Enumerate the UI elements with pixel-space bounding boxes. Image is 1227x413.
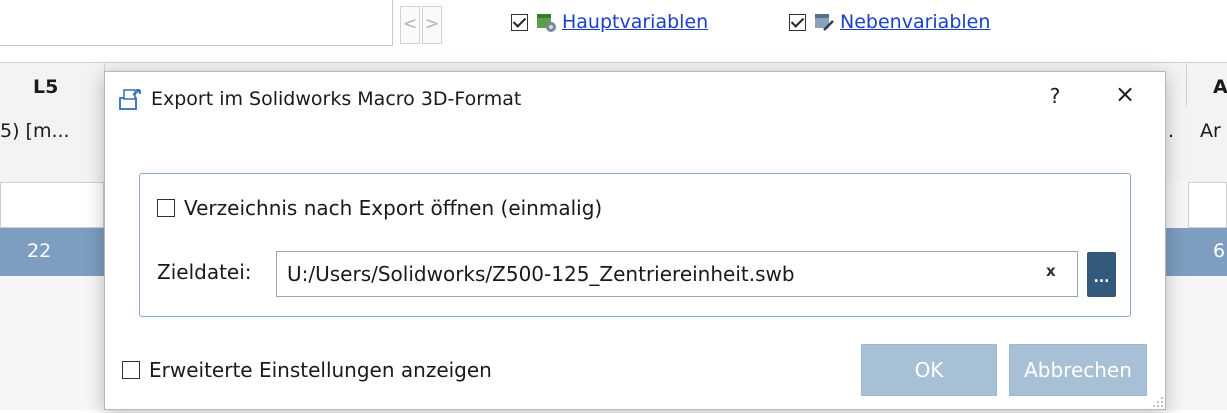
- clear-icon[interactable]: x: [1046, 262, 1056, 280]
- advanced-settings-checkbox[interactable]: [122, 361, 140, 379]
- browse-button[interactable]: ...: [1087, 252, 1116, 297]
- main-vars-icon: [536, 12, 557, 33]
- advanced-settings-option[interactable]: Erweiterte Einstellungen anzeigen: [122, 358, 492, 382]
- close-button[interactable]: ×: [1110, 80, 1140, 108]
- next-button[interactable]: >: [422, 6, 442, 44]
- side-vars-checkbox[interactable]: [789, 13, 806, 31]
- main-vars-checkbox[interactable]: [511, 13, 528, 31]
- prev-button[interactable]: <: [400, 6, 420, 44]
- export-dialog: Export im Solidworks Macro 3D-Format ? ×…: [104, 71, 1166, 410]
- col-divider: [1186, 62, 1187, 106]
- selected-row-value-left: 22: [27, 240, 52, 262]
- open-dir-option[interactable]: Verzeichnis nach Export öffnen (einmalig…: [157, 196, 602, 220]
- open-dir-checkbox[interactable]: [157, 199, 175, 217]
- col-header-left: L5: [33, 76, 59, 98]
- col-subheader-dot: .: [1168, 120, 1175, 142]
- col-subheader-right: Ar: [1200, 120, 1221, 142]
- filter-cell-right[interactable]: [1188, 182, 1227, 228]
- col-subheader-left: 5) [m...: [0, 120, 70, 142]
- export-options-group: Verzeichnis nach Export öffnen (einmalig…: [139, 173, 1131, 317]
- col-header-right: A: [1213, 76, 1227, 98]
- target-file-input[interactable]: [276, 251, 1078, 297]
- advanced-settings-label: Erweiterte Einstellungen anzeigen: [149, 358, 492, 382]
- side-vars-icon: [814, 12, 835, 33]
- dialog-title: Export im Solidworks Macro 3D-Format: [151, 88, 522, 110]
- open-dir-label: Verzeichnis nach Export öffnen (einmalig…: [184, 196, 603, 220]
- target-file-label: Zieldatei:: [157, 260, 252, 284]
- main-vars-toggle[interactable]: Hauptvariablen: [511, 8, 708, 36]
- export-icon: [119, 87, 143, 111]
- search-input[interactable]: [0, 0, 393, 46]
- ok-button[interactable]: OK: [861, 344, 997, 396]
- resize-grip-icon[interactable]: [1151, 394, 1165, 408]
- selected-row-value-right: 6: [1213, 240, 1226, 262]
- side-vars-toggle[interactable]: Nebenvariablen: [789, 8, 990, 36]
- filter-cell-left[interactable]: [0, 182, 104, 228]
- main-vars-link[interactable]: Hauptvariablen: [562, 11, 708, 33]
- side-vars-link[interactable]: Nebenvariablen: [840, 11, 990, 33]
- cancel-button[interactable]: Abbrechen: [1009, 344, 1147, 396]
- help-button[interactable]: ?: [1043, 84, 1067, 108]
